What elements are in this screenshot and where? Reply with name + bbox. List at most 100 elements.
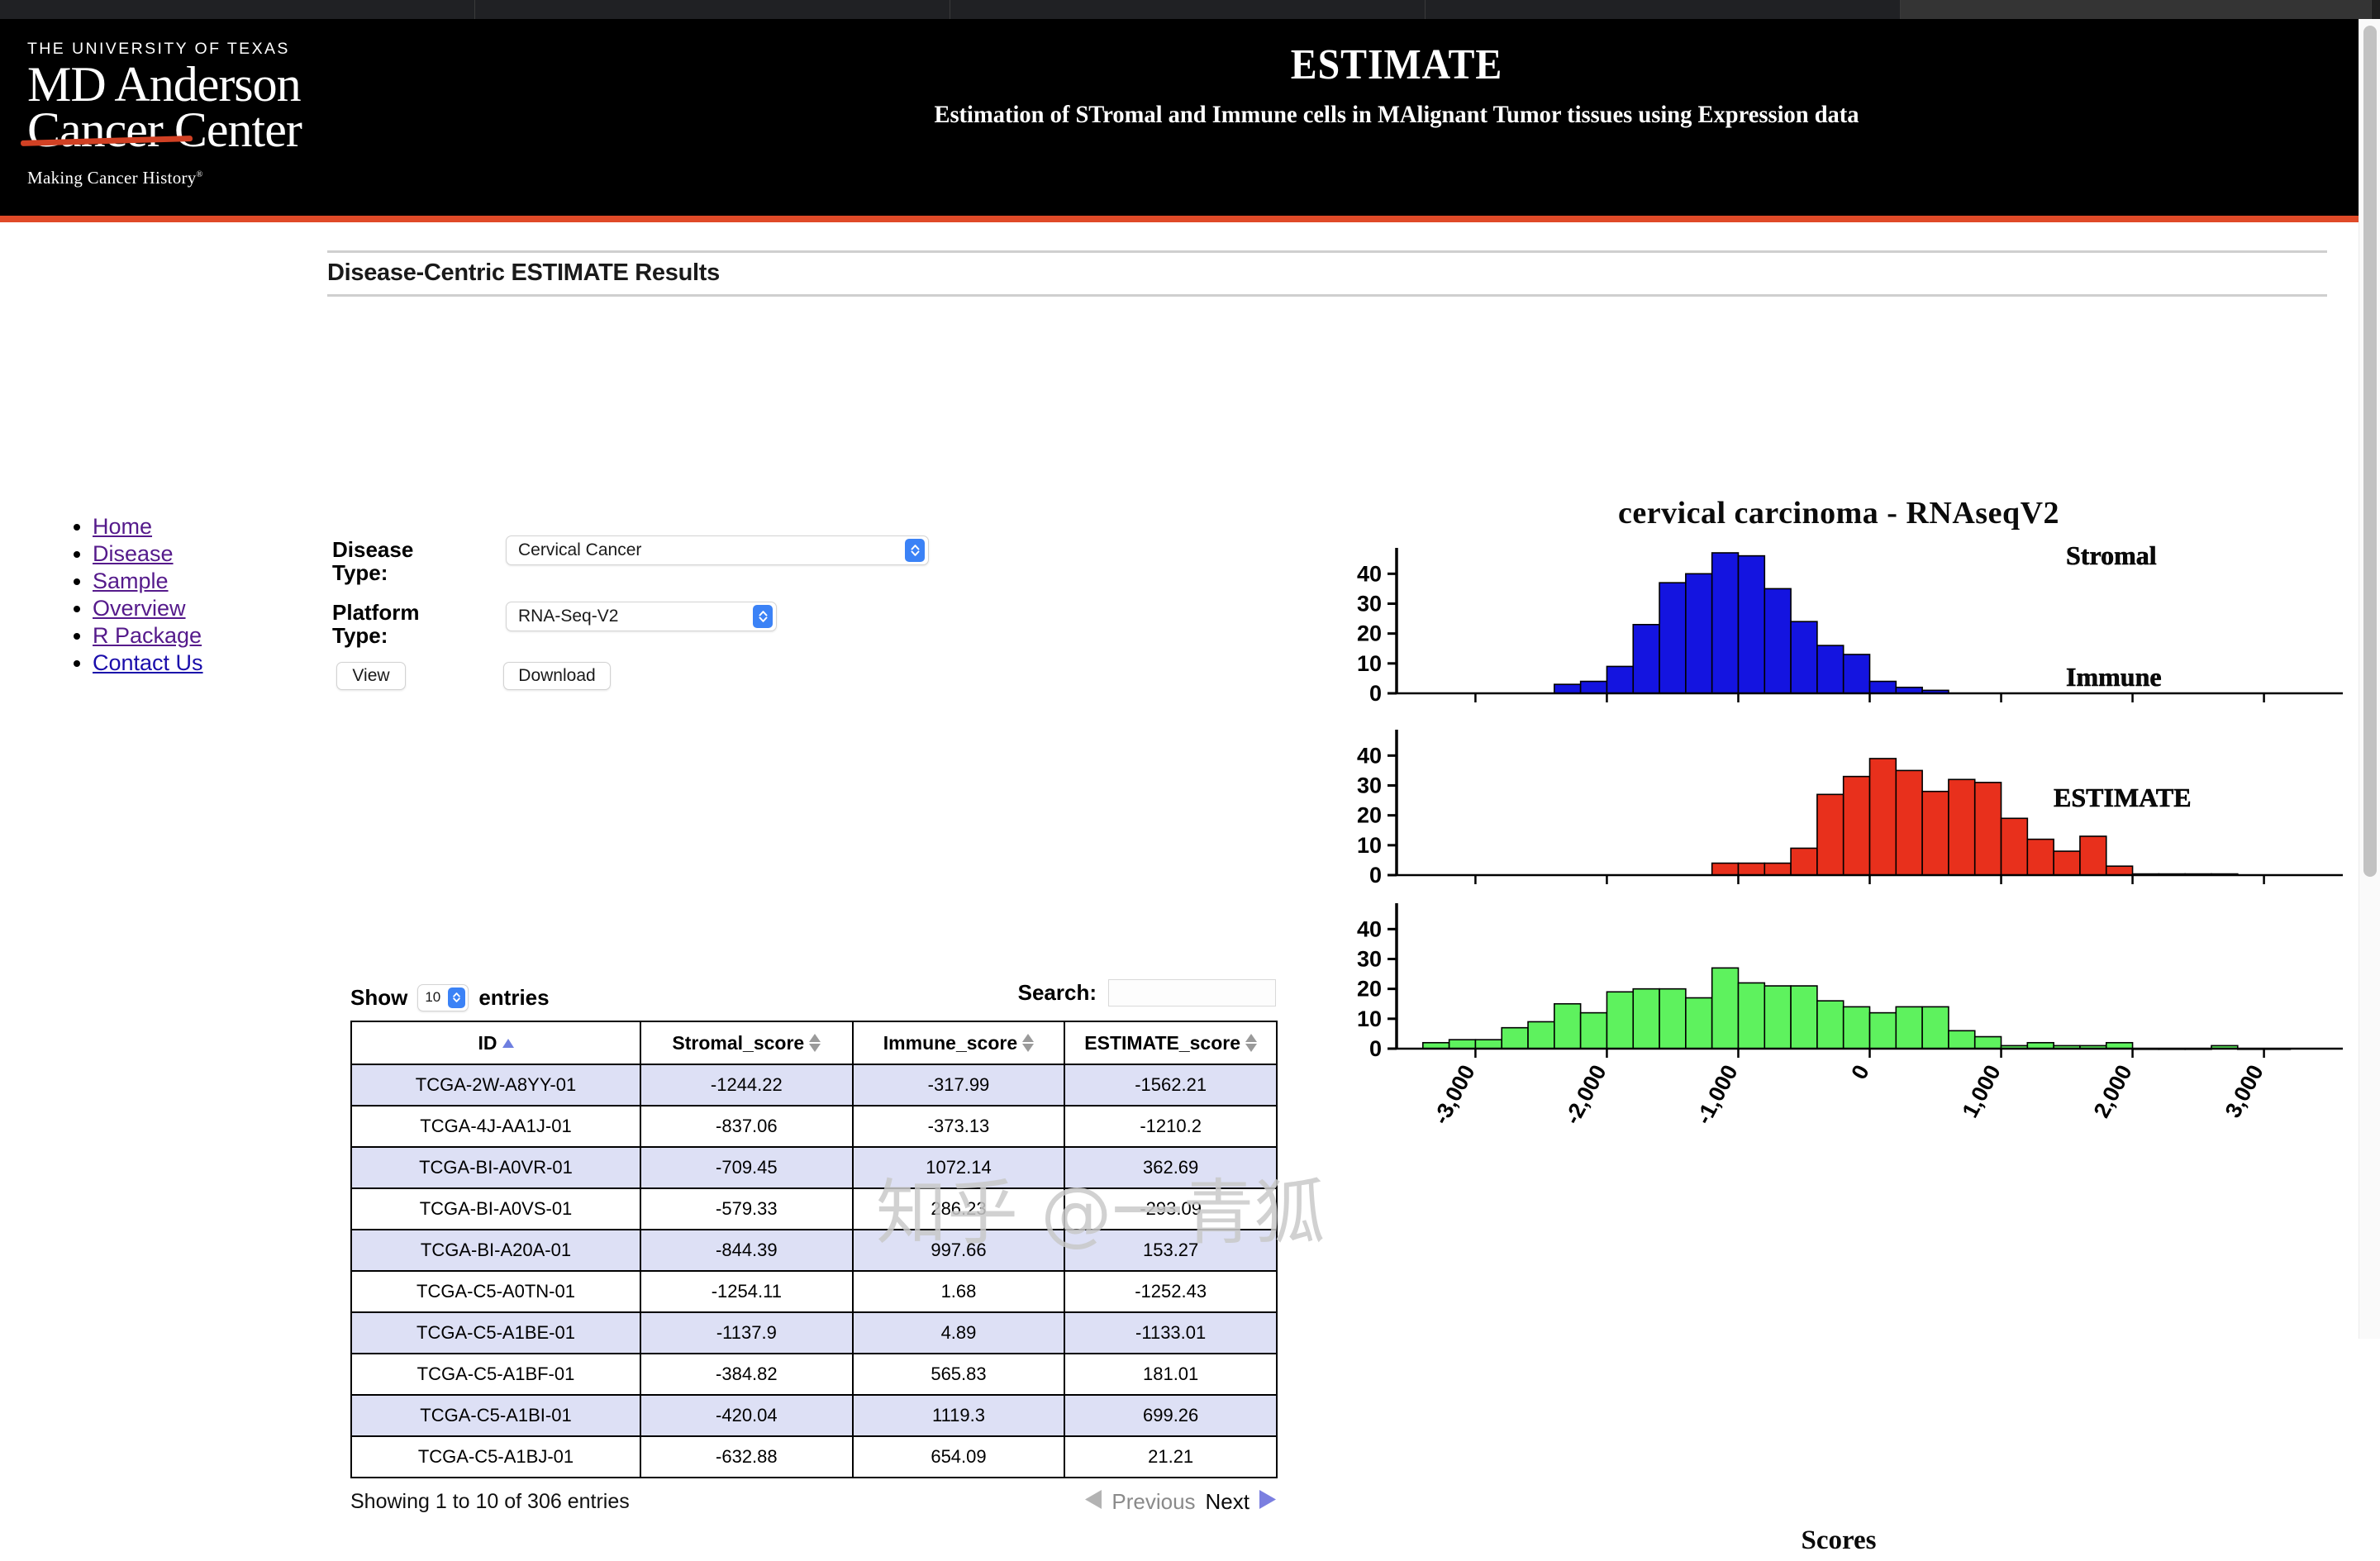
next-page-button[interactable]: Next (1206, 1489, 1250, 1515)
table-head: ID Stromal_score Immune_score ESTIMATE_s… (350, 1021, 1278, 1065)
cell-stromal-score: -1244.22 (640, 1064, 854, 1107)
y-axis-tick-label: 20 (1357, 977, 1382, 1002)
next-arrow-icon[interactable] (1259, 1490, 1276, 1513)
estimate-histograms: cervical carcinoma - RNAseqV2 Stromal Im… (1322, 495, 2355, 1561)
browser-tab[interactable] (1901, 0, 2372, 19)
chevron-updown-icon[interactable] (753, 605, 773, 628)
cell-id: TCGA-2W-A8YY-01 (350, 1064, 641, 1107)
table-row[interactable]: TCGA-C5-A1BI-01 -420.04 1119.3 699.26 (350, 1394, 1278, 1437)
datatable-footer: Showing 1 to 10 of 306 entries Previous … (350, 1483, 1276, 1520)
site-subtitle: Estimation of STromal and Immune cells i… (934, 101, 1859, 128)
page-length-select[interactable]: 10 (417, 983, 469, 1011)
nav-item-disease[interactable]: Disease (93, 543, 324, 565)
search-input[interactable] (1108, 979, 1276, 1007)
platform-type-select[interactable]: RNA-Seq-V2 (506, 602, 777, 631)
table-row[interactable]: TCGA-BI-A0VR-01 -709.45 1072.14 362.69 (350, 1146, 1278, 1189)
column-header-immune-score[interactable]: Immune_score (851, 1021, 1066, 1065)
table-row[interactable]: TCGA-C5-A1BJ-01 -632.88 654.09 21.21 (350, 1435, 1278, 1478)
x-axis-tick-label: -2,000 (1559, 1061, 1611, 1129)
site-title-block: ESTIMATE Estimation of STromal and Immun… (612, 40, 2182, 129)
nav-link-contact-us[interactable]: Contact Us (93, 650, 203, 675)
histogram-bar (1685, 997, 1713, 1049)
cell-estimate-score: -1210.2 (1064, 1105, 1278, 1148)
table-row[interactable]: TCGA-C5-A1BE-01 -1137.9 4.89 -1133.01 (350, 1311, 1278, 1354)
download-button[interactable]: Download (503, 662, 611, 690)
md-anderson-logo[interactable]: THE UNIVERSITY OF TEXAS MD Anderson Canc… (20, 40, 374, 188)
nav-item-sample[interactable]: Sample (93, 570, 324, 593)
cell-id: TCGA-BI-A0VS-01 (350, 1187, 641, 1230)
nav-item-r-package[interactable]: R Package (93, 625, 324, 647)
nav-link-overview[interactable]: Overview (93, 596, 186, 621)
estimate-results-table: ID Stromal_score Immune_score ESTIMATE_s… (350, 1021, 1278, 1478)
histogram-panel-immune: 0 10 20 30 40 (1357, 730, 2343, 888)
cell-id: TCGA-C5-A0TN-01 (350, 1270, 641, 1313)
histogram-bar (1737, 862, 1766, 876)
histogram-plot-area: 0 10 20 30 40 0 10 20 30 40 0 10 20 30 40 -3,000 -2,000 -… (1357, 548, 2343, 1128)
histogram-bar (1632, 624, 1660, 694)
nav-item-overview[interactable]: Overview (93, 597, 324, 620)
histogram-panel-estimate: 0 10 20 30 40 -3,000 -2,000 -1,000 0 1,000 2,000 3,… (1357, 903, 2343, 1128)
table-row[interactable]: TCGA-C5-A1BF-01 -384.82 565.83 181.01 (350, 1353, 1278, 1396)
disease-type-value: Cervical Cancer (518, 540, 642, 559)
column-header-id[interactable]: ID (350, 1021, 641, 1065)
datatable-toolbar: Show 10 entries Search: (350, 974, 1276, 1021)
y-axis-tick-label: 20 (1357, 803, 1382, 828)
logo-wordmark-line1: MD Anderson (27, 57, 302, 112)
y-axis-tick-label: 10 (1357, 1007, 1382, 1031)
previous-page-button[interactable]: Previous (1111, 1489, 1195, 1515)
sort-none-icon[interactable] (1245, 1034, 1258, 1052)
cell-immune-score: 1072.14 (851, 1146, 1066, 1189)
histogram-bar (2000, 817, 2029, 876)
nav-link-sample[interactable]: Sample (93, 569, 169, 593)
table-row[interactable]: TCGA-2W-A8YY-01 -1244.22 -317.99 -1562.21 (350, 1064, 1278, 1107)
cell-stromal-score: -1254.11 (640, 1270, 854, 1313)
datatable-length-control: Show 10 entries (350, 983, 550, 1011)
histogram-bar (1948, 1030, 1976, 1049)
sort-asc-icon[interactable] (502, 1038, 514, 1048)
cell-estimate-score: -1252.43 (1064, 1270, 1278, 1313)
disease-type-select[interactable]: Cervical Cancer (506, 535, 929, 565)
logo-wordmark-line2: Cancer Center (27, 102, 302, 158)
histogram-bar (1895, 1006, 1923, 1049)
panel-label-stromal: Stromal (2066, 540, 2157, 571)
nav-item-contact-us[interactable]: Contact Us (93, 652, 324, 674)
column-header-estimate-score[interactable]: ESTIMATE_score (1064, 1021, 1278, 1065)
view-button[interactable]: View (336, 662, 406, 690)
cell-immune-score: 1.68 (851, 1270, 1066, 1313)
table-row[interactable]: TCGA-C5-A0TN-01 -1254.11 1.68 -1252.43 (350, 1270, 1278, 1313)
histogram-bar (1790, 847, 1818, 876)
nav-link-home[interactable]: Home (93, 514, 152, 539)
sort-none-icon[interactable] (809, 1034, 821, 1052)
y-axis-tick-label: 30 (1357, 591, 1382, 616)
browser-tab[interactable] (1426, 0, 1901, 19)
browser-tab[interactable] (950, 0, 1426, 19)
nav-item-home[interactable]: Home (93, 516, 324, 538)
histogram-bar (1737, 982, 1766, 1049)
histogram-bar (1868, 680, 1897, 694)
chevron-updown-icon[interactable] (448, 987, 466, 1008)
vertical-scrollbar[interactable] (2359, 19, 2380, 1339)
column-header-stromal-score[interactable]: Stromal_score (640, 1021, 854, 1065)
masthead-accent-rule (0, 216, 2359, 222)
browser-tab[interactable] (0, 0, 475, 19)
entries-label: entries (478, 984, 550, 1010)
table-row[interactable]: TCGA-BI-A20A-01 -844.39 997.66 153.27 (350, 1229, 1278, 1272)
histogram-bar (1842, 654, 1871, 694)
cell-id: TCGA-C5-A1BE-01 (350, 1311, 641, 1354)
nav-link-r-package[interactable]: R Package (93, 623, 202, 648)
sort-none-icon[interactable] (1022, 1034, 1035, 1052)
page-content: Disease-Centric ESTIMATE Results Home Di… (0, 222, 2359, 1555)
browser-tab-bar[interactable] (0, 0, 2380, 19)
chevron-updown-icon[interactable] (905, 539, 925, 562)
previous-arrow-icon[interactable] (1085, 1490, 1102, 1513)
table-row[interactable]: TCGA-BI-A0VS-01 -579.33 286.23 -293.09 (350, 1187, 1278, 1230)
histogram-bar (2053, 850, 2081, 876)
scrollbar-thumb[interactable] (2363, 26, 2377, 877)
histogram-bar (1685, 573, 1713, 694)
browser-tab[interactable] (475, 0, 950, 19)
cell-estimate-score: 699.26 (1064, 1394, 1278, 1437)
cell-stromal-score: -632.88 (640, 1435, 854, 1478)
table-row[interactable]: TCGA-4J-AA1J-01 -837.06 -373.13 -1210.2 (350, 1105, 1278, 1148)
column-header-id-label: ID (478, 1031, 497, 1054)
nav-link-disease[interactable]: Disease (93, 541, 174, 566)
